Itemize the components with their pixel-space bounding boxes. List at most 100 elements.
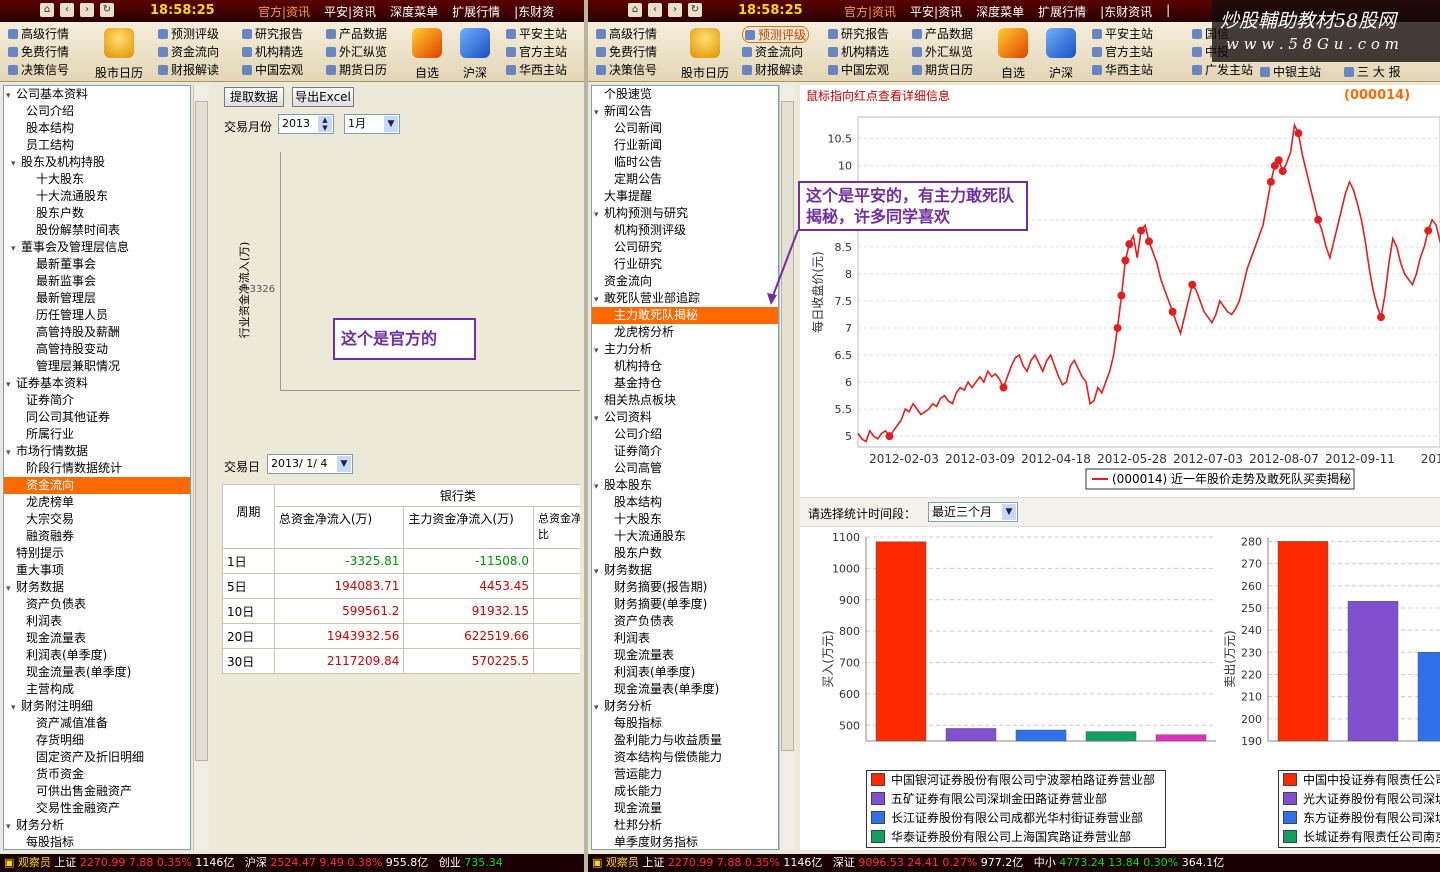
- tree-item[interactable]: 每股指标: [592, 715, 778, 732]
- tree-item[interactable]: 营运能力: [592, 766, 778, 783]
- forward-icon[interactable]: ›: [668, 3, 682, 17]
- calendar-button[interactable]: 股市日历: [94, 26, 144, 81]
- tree-item[interactable]: 员工结构: [4, 137, 190, 154]
- toolbar-item[interactable]: 产品数据: [326, 26, 387, 43]
- tree-item[interactable]: 大事提醒: [592, 188, 778, 205]
- menu-item[interactable]: 官方|资讯: [844, 3, 896, 20]
- tree-item[interactable]: 盈利能力与收益质量: [592, 732, 778, 749]
- tree-item[interactable]: ▾ 董事会及管理层信息: [4, 239, 190, 256]
- tree-item[interactable]: 最新监事会: [4, 273, 190, 290]
- tree-item[interactable]: ▾ 股本股东: [592, 477, 778, 494]
- tree-item[interactable]: 公司高管: [592, 460, 778, 477]
- tree-item[interactable]: 利润表: [4, 613, 190, 630]
- tree-item[interactable]: ▾ 机构预测与研究: [592, 205, 778, 222]
- toolbar-item[interactable]: 平安主站: [506, 26, 567, 43]
- tree-item[interactable]: 行业研究: [592, 256, 778, 273]
- tree-item[interactable]: 证券简介: [592, 443, 778, 460]
- tree-item[interactable]: 股本结构: [592, 494, 778, 511]
- toolbar-item[interactable]: 研究报告: [242, 26, 303, 43]
- table-row[interactable]: 10日599561.291932.15-: [222, 598, 580, 624]
- toolbar-item[interactable]: 期货日历: [326, 62, 387, 79]
- tree-item[interactable]: 证券简介: [4, 392, 190, 409]
- tree-item[interactable]: 大宗交易: [4, 511, 190, 528]
- tree-item[interactable]: 资产负债表: [592, 613, 778, 630]
- tree-item[interactable]: 财务摘要(单季度): [592, 596, 778, 613]
- tree-item[interactable]: 历任管理人员: [4, 307, 190, 324]
- tree-item[interactable]: 高管持股及薪酬: [4, 324, 190, 341]
- tree-item[interactable]: 最新董事会: [4, 256, 190, 273]
- tree-item[interactable]: 存货明细: [4, 732, 190, 749]
- tree-item[interactable]: 利润表(单季度): [4, 647, 190, 664]
- back-icon[interactable]: ‹: [648, 3, 662, 17]
- tree-item[interactable]: 利润表(单季度): [592, 664, 778, 681]
- tree-item[interactable]: 可供出售金融资产: [4, 783, 190, 800]
- fetch-data-button[interactable]: 提取数据: [224, 87, 284, 107]
- toolbar-item[interactable]: 预测评级: [742, 26, 810, 43]
- menu-item[interactable]: 扩展行情: [1038, 3, 1086, 20]
- tree-item[interactable]: 临时公告: [592, 154, 778, 171]
- tree-item[interactable]: 特别提示: [4, 545, 190, 562]
- tree-item[interactable]: 现金流量表(单季度): [4, 664, 190, 681]
- tree-item[interactable]: 十大股东: [4, 171, 190, 188]
- tree-item[interactable]: ▾ 主力分析: [592, 341, 778, 358]
- tree-item[interactable]: 十大流通股东: [592, 528, 778, 545]
- table-row[interactable]: 5日194083.714453.45-: [222, 573, 580, 599]
- tree-item[interactable]: 现金流量表: [4, 630, 190, 647]
- tree-item[interactable]: 基金持仓: [592, 375, 778, 392]
- export-excel-button[interactable]: 导出Excel: [292, 87, 354, 107]
- tree-item[interactable]: ▾ 财务附注明细: [4, 698, 190, 715]
- tree-item[interactable]: 股份解禁时间表: [4, 222, 190, 239]
- toolbar-item[interactable]: 中银主站: [1260, 64, 1321, 81]
- table-row[interactable]: 20日1943932.56622519.66-: [222, 623, 580, 649]
- period-select[interactable]: 最近三个月 ▼: [928, 502, 1018, 522]
- toolbar-item[interactable]: 外汇纵览: [912, 44, 973, 61]
- toolbar-item[interactable]: 平安主站: [1092, 26, 1153, 43]
- market-button[interactable]: 沪深: [450, 26, 500, 81]
- tree-scrollbar[interactable]: [193, 85, 209, 850]
- watchlist-button[interactable]: 自选: [402, 26, 452, 81]
- refresh-icon[interactable]: ↻: [688, 3, 702, 17]
- toolbar-item[interactable]: 华西主站: [1092, 62, 1153, 79]
- tree-item[interactable]: 公司介绍: [592, 426, 778, 443]
- day-select[interactable]: 2013/ 1/ 4 ▼: [267, 454, 353, 474]
- tree-item[interactable]: 现金流量表(单季度): [592, 681, 778, 698]
- forward-icon[interactable]: ›: [80, 3, 94, 17]
- toolbar-item[interactable]: 决策信号: [8, 62, 69, 79]
- tree-item[interactable]: 股东户数: [4, 205, 190, 222]
- tree-item[interactable]: 相关热点板块: [592, 392, 778, 409]
- toolbar-item[interactable]: 高级行情: [596, 26, 657, 43]
- tree-item[interactable]: 单季度财务指标: [592, 834, 778, 849]
- toolbar-item[interactable]: 财报解读: [742, 62, 809, 79]
- toolbar-item[interactable]: 免费行情: [596, 44, 657, 61]
- menu-item[interactable]: 平安|资讯: [324, 3, 376, 20]
- toolbar-item[interactable]: 资金流向: [742, 44, 809, 61]
- tree-item[interactable]: ▾ 财务数据: [4, 579, 190, 596]
- table-row[interactable]: 30日2117209.84570225.5-: [222, 648, 580, 674]
- tree-item[interactable]: 十大流通股东: [4, 188, 190, 205]
- tree-item[interactable]: ▾ 公司基本资料: [4, 86, 190, 103]
- toolbar-item[interactable]: 三 大 报: [1344, 64, 1401, 81]
- tree-item[interactable]: 主营构成: [4, 681, 190, 698]
- tree-item[interactable]: ▾ 新闻公告: [592, 103, 778, 120]
- tree-item[interactable]: 重大事项: [4, 562, 190, 579]
- tree-item[interactable]: 最新管理层: [4, 290, 190, 307]
- tree-item[interactable]: 固定资产及折旧明细: [4, 749, 190, 766]
- month-select[interactable]: 1月 ▼: [344, 114, 400, 134]
- menu-item[interactable]: 平安|资讯: [910, 3, 962, 20]
- toolbar-item[interactable]: 研究报告: [828, 26, 889, 43]
- toolbar-item[interactable]: 财报解读: [158, 62, 219, 79]
- tree-item[interactable]: 资产减值准备: [4, 715, 190, 732]
- back-icon[interactable]: ‹: [60, 3, 74, 17]
- tree-item[interactable]: 资产负债表: [4, 596, 190, 613]
- tree-item[interactable]: ▾ 证券基本资料: [4, 375, 190, 392]
- toolbar-item[interactable]: 机构精选: [828, 44, 889, 61]
- tree-item[interactable]: 高管持股变动: [4, 341, 190, 358]
- toolbar-item[interactable]: 期货日历: [912, 62, 973, 79]
- tree-item[interactable]: 主力敢死队揭秘: [592, 307, 778, 324]
- table-row[interactable]: 1日-3325.81-11508.0-: [222, 548, 580, 574]
- tree-item[interactable]: 资金流向: [592, 273, 778, 290]
- tree-item[interactable]: 行业新闻: [592, 137, 778, 154]
- watchlist-button[interactable]: 自选: [988, 26, 1038, 81]
- tree-item[interactable]: 成长能力: [592, 783, 778, 800]
- tree-item[interactable]: ▾ 公司资料: [592, 409, 778, 426]
